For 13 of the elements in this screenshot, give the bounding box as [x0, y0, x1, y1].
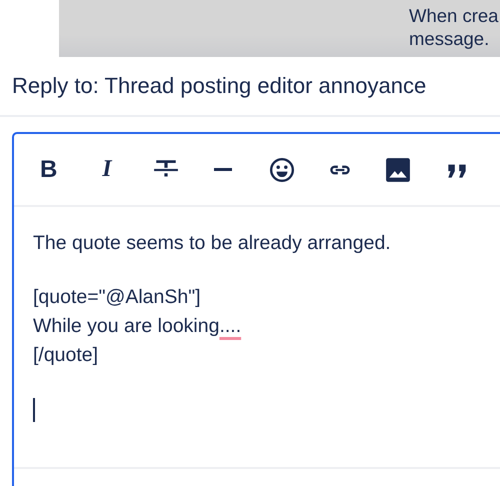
- message-line: The quote seems to be already arranged.: [33, 231, 391, 256]
- editor-panel[interactable]: B I The quote seems to be already arranged. [quote="@AlanSh"] While you are looking.... [/quote]: [12, 132, 500, 486]
- message-line: [quote="@AlanSh"]: [33, 285, 201, 310]
- italic-button[interactable]: I: [92, 150, 151, 190]
- message-line: [/quote]: [33, 343, 98, 368]
- notice-text: When crea: [409, 4, 500, 27]
- message-line: While you are looking....: [33, 314, 242, 339]
- image-icon: [385, 156, 412, 182]
- smiley-icon: [269, 156, 296, 182]
- dash-icon: [212, 168, 233, 171]
- reply-title: Reply to: Thread posting editor annoyance: [12, 73, 426, 99]
- notice-text: message.: [409, 27, 490, 50]
- bold-button[interactable]: B: [34, 150, 92, 190]
